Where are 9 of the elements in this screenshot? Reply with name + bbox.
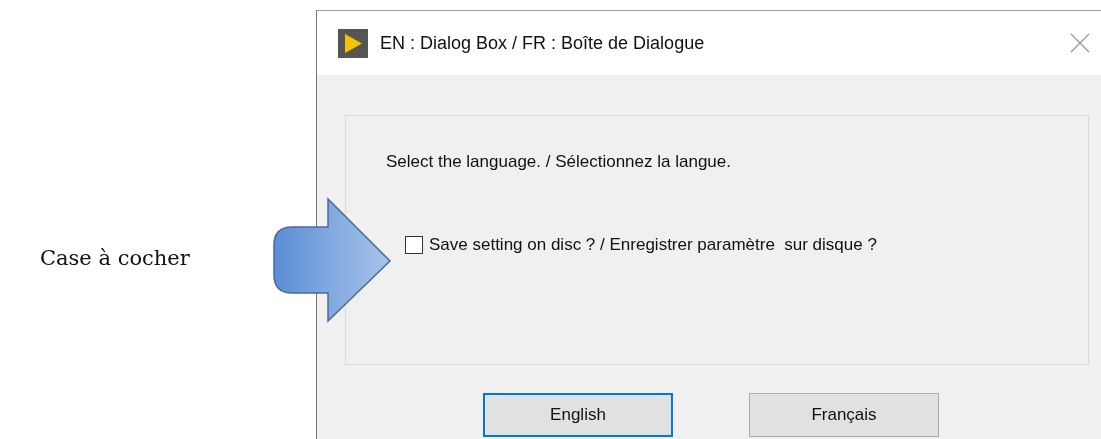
checkbox[interactable] [405,236,423,254]
checkbox-label: Save setting on disc ? / Enregistrer paramètre sur disque ? [429,235,877,255]
annotation-caption: Case à cocher [40,246,190,270]
app-icon [338,28,368,58]
prompt-text: Select the language. / Sélectionnez la langue. [386,152,732,172]
language-button[interactable]: Français [749,393,939,437]
window-title: EN : Dialog Box / FR : Boîte de Dialogue [380,32,706,54]
close-icon[interactable] [1070,33,1090,53]
language-button[interactable]: English [483,393,673,437]
